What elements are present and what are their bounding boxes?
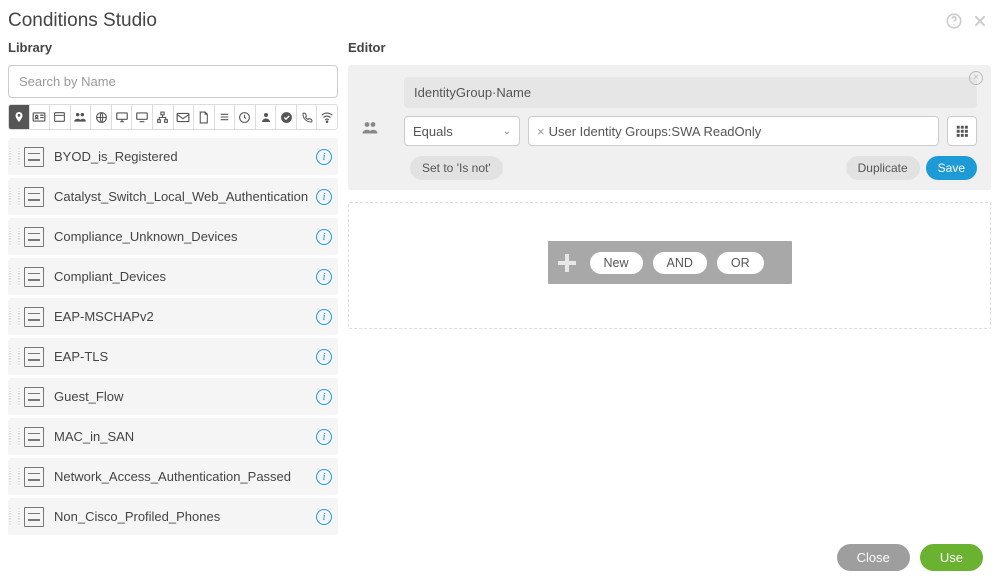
condition-icon — [24, 147, 44, 167]
filter-wifi-icon[interactable] — [317, 105, 337, 129]
editor-section-label: Editor — [348, 40, 991, 55]
value-field[interactable]: × User Identity Groups:SWA ReadOnly — [528, 116, 939, 146]
info-icon[interactable]: i — [316, 389, 332, 405]
library-item[interactable]: ⋮⋮⋮⋮⋮⋮ EAP-MSCHAPv2 i — [8, 298, 338, 336]
condition-icon — [24, 187, 44, 207]
drag-handle-icon[interactable]: ⋮⋮⋮⋮⋮⋮ — [10, 430, 20, 444]
condition-icon — [24, 307, 44, 327]
filter-check-icon[interactable] — [276, 105, 297, 129]
filter-desktop-icon[interactable] — [132, 105, 153, 129]
library-item-label: Network_Access_Authentication_Passed — [54, 469, 310, 484]
library-item[interactable]: ⋮⋮⋮⋮⋮⋮ MAC_in_SAN i — [8, 418, 338, 456]
condition-icon — [24, 347, 44, 367]
operator-select[interactable]: Equals ⌄ — [404, 116, 520, 146]
library-item-label: Non_Cisco_Profiled_Phones — [54, 509, 310, 524]
info-icon[interactable]: i — [316, 429, 332, 445]
help-icon[interactable] — [945, 12, 963, 30]
drag-handle-icon[interactable]: ⋮⋮⋮⋮⋮⋮ — [10, 230, 20, 244]
attribute-field[interactable]: IdentityGroup·Name — [404, 77, 977, 108]
library-item[interactable]: ⋮⋮⋮⋮⋮⋮ BYOD_is_Registered i — [8, 138, 338, 176]
library-item[interactable]: ⋮⋮⋮⋮⋮⋮ Guest_Flow i — [8, 378, 338, 416]
value-picker-button[interactable] — [947, 116, 977, 146]
info-icon[interactable]: i — [316, 349, 332, 365]
filter-id-card-icon[interactable] — [30, 105, 51, 129]
filter-user-icon[interactable] — [256, 105, 277, 129]
use-button[interactable]: Use — [920, 544, 983, 571]
library-item-label: Compliant_Devices — [54, 269, 310, 284]
duplicate-button[interactable]: Duplicate — [846, 156, 920, 180]
add-condition-bar: New AND OR — [548, 241, 792, 284]
drag-handle-icon[interactable]: ⋮⋮⋮⋮⋮⋮ — [10, 150, 20, 164]
library-item[interactable]: ⋮⋮⋮⋮⋮⋮ Catalyst_Switch_Local_Web_Authent… — [8, 178, 338, 216]
chevron-down-icon: ⌄ — [503, 126, 511, 137]
drag-handle-icon[interactable]: ⋮⋮⋮⋮⋮⋮ — [10, 510, 20, 524]
info-icon[interactable]: i — [316, 189, 332, 205]
filter-window-icon[interactable] — [50, 105, 71, 129]
info-icon[interactable]: i — [316, 469, 332, 485]
search-input-wrapper — [8, 65, 338, 98]
drag-handle-icon[interactable]: ⋮⋮⋮⋮⋮⋮ — [10, 310, 20, 324]
set-is-not-button[interactable]: Set to 'Is not' — [410, 156, 503, 180]
filter-phone-icon[interactable] — [297, 105, 318, 129]
library-item-label: EAP-TLS — [54, 349, 310, 364]
save-button[interactable]: Save — [926, 156, 977, 180]
search-input[interactable] — [9, 66, 337, 97]
info-icon[interactable]: i — [316, 509, 332, 525]
condition-icon — [24, 507, 44, 527]
filter-clock-icon[interactable] — [235, 105, 256, 129]
library-item-label: Catalyst_Switch_Local_Web_Authentication — [54, 189, 310, 204]
filter-location-icon[interactable] — [9, 105, 30, 129]
library-item[interactable]: ⋮⋮⋮⋮⋮⋮ Non_Cisco_Profiled_Phones i — [8, 498, 338, 536]
delete-row-icon[interactable]: × — [969, 71, 983, 85]
condition-icon — [24, 387, 44, 407]
library-list: ⋮⋮⋮⋮⋮⋮ BYOD_is_Registered i ⋮⋮⋮⋮⋮⋮ Catal… — [8, 138, 338, 536]
library-item[interactable]: ⋮⋮⋮⋮⋮⋮ Compliant_Devices i — [8, 258, 338, 296]
plus-icon — [554, 250, 580, 276]
library-section-label: Library — [8, 40, 338, 55]
library-item[interactable]: ⋮⋮⋮⋮⋮⋮ EAP-TLS i — [8, 338, 338, 376]
condition-icon — [24, 227, 44, 247]
library-item[interactable]: ⋮⋮⋮⋮⋮⋮ Network_Access_Authentication_Pas… — [8, 458, 338, 496]
filter-document-icon[interactable] — [194, 105, 215, 129]
operator-value: Equals — [413, 124, 453, 139]
add-and-button[interactable]: AND — [653, 252, 707, 274]
condition-icon — [24, 467, 44, 487]
info-icon[interactable]: i — [316, 229, 332, 245]
info-icon[interactable]: i — [316, 309, 332, 325]
drag-handle-icon[interactable]: ⋮⋮⋮⋮⋮⋮ — [10, 350, 20, 364]
condition-row: × IdentityGroup·Name Equals ⌄ × User Ide… — [348, 65, 991, 190]
filter-tree-icon[interactable] — [153, 105, 174, 129]
library-item-label: Compliance_Unknown_Devices — [54, 229, 310, 244]
info-icon[interactable]: i — [316, 149, 332, 165]
library-item-label: EAP-MSCHAPv2 — [54, 309, 310, 324]
library-filter-bar — [8, 104, 338, 130]
close-icon[interactable] — [971, 12, 989, 30]
filter-mail-icon[interactable] — [174, 105, 195, 129]
clear-value-icon[interactable]: × — [537, 124, 545, 139]
library-item-label: MAC_in_SAN — [54, 429, 310, 444]
condition-icon — [24, 427, 44, 447]
filter-globe-icon[interactable] — [91, 105, 112, 129]
add-or-button[interactable]: OR — [717, 252, 764, 274]
condition-icon — [24, 267, 44, 287]
library-item-label: Guest_Flow — [54, 389, 310, 404]
add-new-button[interactable]: New — [590, 252, 643, 274]
drag-handle-icon[interactable]: ⋮⋮⋮⋮⋮⋮ — [10, 470, 20, 484]
filter-monitor-icon[interactable] — [112, 105, 133, 129]
condition-type-icon — [348, 65, 392, 190]
drag-handle-icon[interactable]: ⋮⋮⋮⋮⋮⋮ — [10, 190, 20, 204]
filter-list-icon[interactable] — [215, 105, 236, 129]
page-title: Conditions Studio — [8, 10, 157, 32]
library-item[interactable]: ⋮⋮⋮⋮⋮⋮ Compliance_Unknown_Devices i — [8, 218, 338, 256]
close-button[interactable]: Close — [837, 544, 910, 571]
add-condition-area: New AND OR — [348, 202, 991, 329]
library-item-label: BYOD_is_Registered — [54, 149, 310, 164]
drag-handle-icon[interactable]: ⋮⋮⋮⋮⋮⋮ — [10, 390, 20, 404]
filter-group-icon[interactable] — [71, 105, 92, 129]
info-icon[interactable]: i — [316, 269, 332, 285]
value-text: User Identity Groups:SWA ReadOnly — [549, 124, 762, 139]
drag-handle-icon[interactable]: ⋮⋮⋮⋮⋮⋮ — [10, 270, 20, 284]
